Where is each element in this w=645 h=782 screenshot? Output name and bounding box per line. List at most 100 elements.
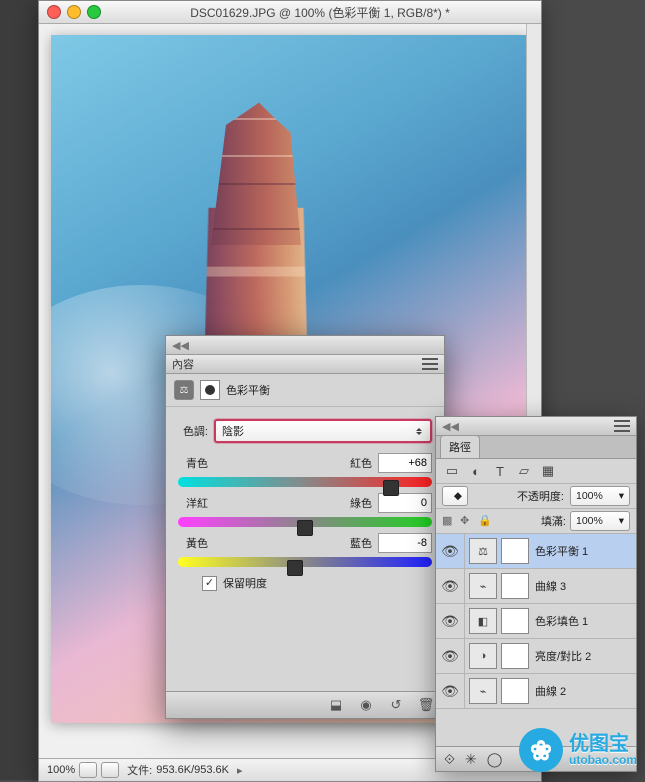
tone-label: 色調: xyxy=(178,423,208,439)
adjustment-thumb-icon: ◧ xyxy=(469,608,497,634)
red-label: 紅色 xyxy=(350,455,372,471)
cyan-label: 青色 xyxy=(178,455,208,471)
properties-header[interactable]: 內容 xyxy=(166,355,444,374)
panel-menu-icon[interactable] xyxy=(614,420,630,432)
preserve-luminosity-label: 保留明度 xyxy=(223,575,267,591)
adjustment-identity-row: ⚖ 色彩平衡 xyxy=(166,374,444,407)
opacity-dropdown[interactable]: 100%▾ xyxy=(570,486,630,506)
watermark-bird-icon: ❀ xyxy=(519,728,563,772)
layer-mask-thumb[interactable] xyxy=(501,538,529,564)
layer-name[interactable]: 色彩填色 1 xyxy=(535,613,588,629)
cyan-red-slider[interactable] xyxy=(178,477,432,487)
visibility-toggle[interactable]: 👁 xyxy=(436,604,465,638)
layers-tabbar: 路徑 xyxy=(436,436,636,459)
watermark-url: utobao.com xyxy=(569,754,637,766)
layer-mask-thumb[interactable] xyxy=(501,678,529,704)
properties-titlebar[interactable]: ◀◀ xyxy=(166,336,444,355)
layer-row[interactable]: 👁 ⚖ 色彩平衡 1 xyxy=(436,534,636,569)
slider-thumb[interactable] xyxy=(287,560,303,576)
filter-type-icon[interactable]: T xyxy=(492,464,508,479)
lock-position-icon[interactable]: ✥ xyxy=(460,514,474,528)
layers-panel: ◀◀ 路徑 ▭ ◐ T ▱ ▦ ◆ 不透明度: 100%▾ ▩ ✥ 🔒 填滿: … xyxy=(435,416,637,772)
layers-collapse-bar[interactable]: ◀◀ xyxy=(436,417,636,436)
zoom-popup-button[interactable] xyxy=(79,762,97,778)
adjustment-thumb-icon: ◑ xyxy=(469,643,497,669)
filter-shape-icon[interactable]: ▱ xyxy=(516,463,532,479)
filesize-value: 953.6K/953.6K xyxy=(156,764,229,776)
tab-paths[interactable]: 路徑 xyxy=(440,435,480,458)
layer-blend-row: ◆ 不透明度: 100%▾ xyxy=(436,484,636,509)
color-balance-icon: ⚖ xyxy=(174,380,194,400)
trash-icon[interactable]: 🗑 xyxy=(416,697,436,713)
layer-mask-thumb[interactable] xyxy=(501,643,529,669)
zoom-button[interactable] xyxy=(87,5,101,19)
layer-row[interactable]: 👁 ⌁ 曲線 2 xyxy=(436,674,636,709)
visibility-toggle[interactable]: 👁 xyxy=(436,639,465,673)
layer-mask-thumb[interactable] xyxy=(501,608,529,634)
minimize-button[interactable] xyxy=(67,5,81,19)
layer-row[interactable]: 👁 ◑ 亮度/對比 2 xyxy=(436,639,636,674)
zoom-value[interactable]: 100% xyxy=(47,764,75,776)
layer-list: 👁 ⚖ 色彩平衡 1 👁 ⌁ 曲線 3 👁 ◧ 色彩填色 1 👁 ◑ 亮度/對比… xyxy=(436,534,636,709)
fx-icon[interactable]: ✳︎ xyxy=(465,751,477,768)
link-layers-icon[interactable]: ⟐ xyxy=(444,751,455,768)
mask-icon[interactable] xyxy=(200,380,220,400)
adjustment-thumb-icon: ⌁ xyxy=(469,573,497,599)
filter-image-icon[interactable]: ▭ xyxy=(444,463,460,479)
cyan-red-value[interactable] xyxy=(378,453,432,473)
layer-row[interactable]: 👁 ◧ 色彩填色 1 xyxy=(436,604,636,639)
opacity-label: 不透明度: xyxy=(517,488,564,504)
slider-thumb[interactable] xyxy=(383,480,399,496)
blend-mode-dropdown[interactable]: ◆ xyxy=(442,486,468,506)
filesize-label: 文件: xyxy=(127,762,152,778)
layer-name[interactable]: 色彩平衡 1 xyxy=(535,543,588,559)
layer-lock-row: ▩ ✥ 🔒 填滿: 100%▾ xyxy=(436,509,636,534)
magenta-label: 洋紅 xyxy=(178,495,208,511)
tower-band xyxy=(196,267,315,277)
tone-select[interactable]: 陰影 xyxy=(214,419,432,443)
adjustment-thumb-icon: ⌁ xyxy=(469,678,497,704)
view-previous-icon[interactable]: ◉ xyxy=(356,697,376,713)
magenta-green-value[interactable] xyxy=(378,493,432,513)
document-title: DSC01629.JPG @ 100% (色彩平衡 1, RGB/8*) * xyxy=(107,4,533,21)
yellow-blue-slider[interactable] xyxy=(178,557,432,567)
green-label: 綠色 xyxy=(350,495,372,511)
filter-smart-icon[interactable]: ▦ xyxy=(540,463,556,479)
layer-name[interactable]: 曲線 3 xyxy=(535,578,566,594)
visibility-toggle[interactable]: 👁 xyxy=(436,569,465,603)
mask-add-icon[interactable]: ◯ xyxy=(487,751,503,768)
clip-icon[interactable]: ⬓ xyxy=(326,697,346,713)
lock-all-icon[interactable]: 🔒 xyxy=(478,514,492,528)
properties-footer: ⬓ ◉ ↺ 🗑 xyxy=(166,691,444,718)
layer-name[interactable]: 亮度/對比 2 xyxy=(535,648,591,664)
filter-adjustment-icon[interactable]: ◐ xyxy=(468,464,484,479)
visibility-toggle[interactable]: 👁 xyxy=(436,534,465,568)
reset-icon[interactable]: ↺ xyxy=(386,697,406,713)
adjustment-thumb-icon: ⚖ xyxy=(469,538,497,564)
slider-thumb[interactable] xyxy=(297,520,313,536)
preserve-luminosity-checkbox[interactable]: ✓ xyxy=(202,576,217,591)
view-popup-button[interactable] xyxy=(101,762,119,778)
layer-name[interactable]: 曲線 2 xyxy=(535,683,566,699)
close-button[interactable] xyxy=(47,5,61,19)
layer-filter-strip: ▭ ◐ T ▱ ▦ xyxy=(436,459,636,484)
layer-mask-thumb[interactable] xyxy=(501,573,529,599)
panel-menu-icon[interactable] xyxy=(422,358,438,370)
adjustment-name: 色彩平衡 xyxy=(226,382,270,398)
fill-label: 填滿: xyxy=(541,513,566,529)
magenta-green-slider[interactable] xyxy=(178,517,432,527)
lock-pixels-icon[interactable]: ▩ xyxy=(442,514,456,528)
app-background xyxy=(0,0,38,780)
tone-selected-value: 陰影 xyxy=(222,423,244,439)
fill-dropdown[interactable]: 100%▾ xyxy=(570,511,630,531)
titlebar[interactable]: DSC01629.JPG @ 100% (色彩平衡 1, RGB/8*) * xyxy=(39,1,541,24)
yellow-blue-value[interactable] xyxy=(378,533,432,553)
tower-crown xyxy=(181,95,331,245)
properties-panel: ◀◀ 內容 ⚖ 色彩平衡 色調: 陰影 青色 紅色 xyxy=(165,335,445,719)
properties-title: 內容 xyxy=(172,356,194,372)
yellow-label: 黃色 xyxy=(178,535,208,551)
layer-row[interactable]: 👁 ⌁ 曲線 3 xyxy=(436,569,636,604)
color-balance-controls: 色調: 陰影 青色 紅色 洋紅 綠色 xyxy=(166,407,444,599)
visibility-toggle[interactable]: 👁 xyxy=(436,674,465,708)
blue-label: 藍色 xyxy=(350,535,372,551)
